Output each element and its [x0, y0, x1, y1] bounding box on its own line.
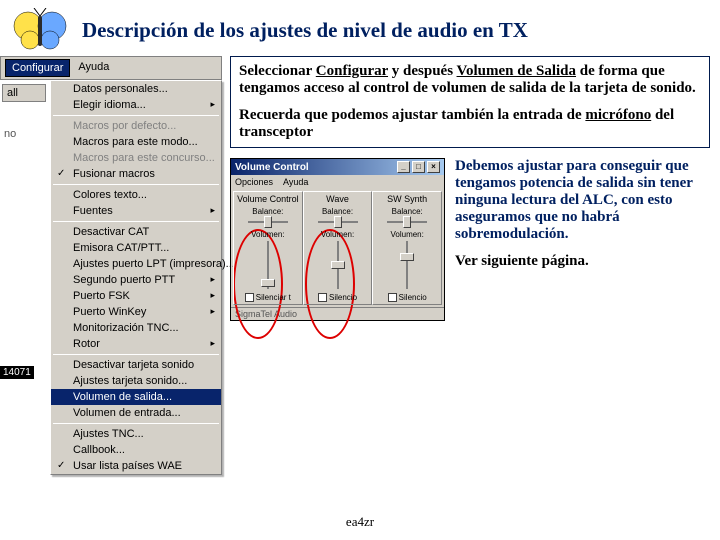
menu-item[interactable]: Rotor: [51, 336, 221, 352]
t: Recuerda que podemos ajustar también la …: [239, 107, 585, 123]
menu-item[interactable]: Colores texto...: [51, 187, 221, 203]
menu-item[interactable]: Puerto FSK: [51, 288, 221, 304]
app-menubar: Configurar Ayuda: [0, 56, 222, 80]
menu-item[interactable]: Fuentes: [51, 203, 221, 219]
balance-label: Balance:: [375, 207, 439, 216]
volume-channel: Volume Control Balance: Volumen: Silenciar …: [233, 191, 303, 305]
mute-checkbox[interactable]: Silencio: [306, 293, 370, 302]
status-bar: SigmaTel Audio: [231, 307, 444, 320]
menu-item[interactable]: Monitorización TNC...: [51, 320, 221, 336]
t: y después: [388, 63, 457, 79]
volume-channel: SW Synth Balance: Volumen: Silencio: [372, 191, 442, 305]
side-label-all: all: [2, 84, 46, 102]
volume-label: Volumen:: [375, 230, 439, 239]
t: Volumen de Salida: [457, 63, 576, 79]
menu-item[interactable]: Usar lista países WAE: [51, 458, 221, 474]
menu-item[interactable]: Volumen de salida...: [51, 389, 221, 405]
t: Seleccionar: [239, 63, 316, 79]
menu-item[interactable]: Desactivar CAT: [51, 224, 221, 240]
window-titlebar: Volume Control _ □ ×: [231, 159, 444, 175]
menu-item[interactable]: Desactivar tarjeta sonido: [51, 357, 221, 373]
menu-item[interactable]: Ajustes puerto LPT (impresora)...: [51, 256, 221, 272]
menu-item[interactable]: Macros para este modo...: [51, 134, 221, 150]
balance-slider[interactable]: [248, 217, 288, 227]
menu-item[interactable]: Elegir idioma...: [51, 97, 221, 113]
channel-name: Wave: [306, 194, 370, 204]
menu-ayuda[interactable]: Ayuda: [72, 59, 115, 77]
volume-channel: Wave Balance: Volumen: Silencio: [303, 191, 373, 305]
window-title: Volume Control: [235, 162, 309, 173]
vol-menu-options[interactable]: Opciones: [235, 177, 273, 187]
t: Configurar: [316, 63, 388, 79]
right-text: Debemos ajustar para conseguir que tenga…: [455, 158, 710, 321]
volume-slider[interactable]: [332, 241, 344, 289]
menu-item[interactable]: Emisora CAT/PTT...: [51, 240, 221, 256]
volume-label: Volumen:: [306, 230, 370, 239]
instruction-box: Seleccionar Configurar y después Volumen…: [230, 56, 710, 148]
balance-slider[interactable]: [387, 217, 427, 227]
channel-name: Volume Control: [236, 194, 300, 204]
menu-item[interactable]: Macros por defecto...: [51, 118, 221, 134]
footer-callsign: ea4zr: [0, 514, 720, 530]
paragraph: Debemos ajustar para conseguir que tenga…: [455, 158, 710, 243]
configurar-dropdown: Datos personales...Elegir idioma... Macro…: [50, 80, 222, 475]
paragraph: Ver siguiente página.: [455, 253, 710, 270]
menu-item[interactable]: Segundo puerto PTT: [51, 272, 221, 288]
side-label-no: no: [2, 126, 18, 142]
mute-checkbox[interactable]: Silenciar t: [236, 293, 300, 302]
menu-configurar[interactable]: Configurar: [5, 59, 70, 77]
channel-name: SW Synth: [375, 194, 439, 204]
t: micrófono: [585, 107, 651, 123]
menu-item[interactable]: Callbook...: [51, 442, 221, 458]
freq-display: 14071: [0, 366, 34, 379]
menu-item[interactable]: Ajustes tarjeta sonido...: [51, 373, 221, 389]
close-icon[interactable]: ×: [427, 161, 440, 173]
minimize-icon[interactable]: _: [397, 161, 410, 173]
menu-item[interactable]: Fusionar macros: [51, 166, 221, 182]
menu-item[interactable]: Macros para este concurso...: [51, 150, 221, 166]
maximize-icon[interactable]: □: [412, 161, 425, 173]
balance-label: Balance:: [306, 207, 370, 216]
menu-item[interactable]: Puerto WinKey: [51, 304, 221, 320]
volume-control-window: Volume Control _ □ × Opciones Ayuda Volu…: [230, 158, 445, 321]
balance-label: Balance:: [236, 207, 300, 216]
menu-item[interactable]: Volumen de entrada...: [51, 405, 221, 421]
mute-checkbox[interactable]: Silencio: [375, 293, 439, 302]
balance-slider[interactable]: [318, 217, 358, 227]
volume-label: Volumen:: [236, 230, 300, 239]
vol-menu-help[interactable]: Ayuda: [283, 177, 308, 187]
left-column: Configurar Ayuda all no 14071 Datos pers…: [0, 56, 222, 475]
butterfly-logo-icon: [12, 8, 68, 52]
volume-menubar: Opciones Ayuda: [231, 175, 444, 189]
volume-slider[interactable]: [401, 241, 413, 289]
menu-item[interactable]: Ajustes TNC...: [51, 426, 221, 442]
volume-slider[interactable]: [262, 241, 274, 289]
page-title: Descripción de los ajustes de nivel de a…: [82, 18, 528, 43]
menu-item[interactable]: Datos personales...: [51, 81, 221, 97]
